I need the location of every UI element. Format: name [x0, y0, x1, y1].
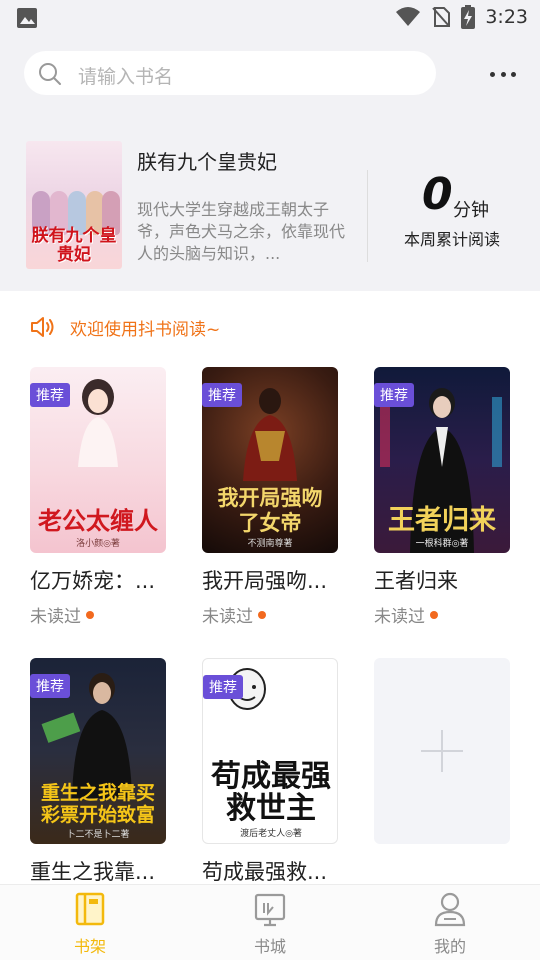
search-icon: [39, 63, 61, 85]
featured-cover-title: 朕有九个皇贵妃: [31, 226, 117, 265]
bookstore-icon: [254, 893, 286, 927]
status-bar: 3:23: [0, 0, 540, 36]
read-status-label: 未读过: [30, 607, 81, 627]
book-title: 亿万娇宠：...: [30, 569, 156, 593]
book-cover[interactable]: 推荐 王者归来 一根科群◎著: [374, 367, 510, 553]
profile-icon: [434, 892, 466, 927]
cover-figure: [243, 388, 297, 481]
more-button[interactable]: [490, 64, 516, 84]
tab-label: 我的: [433, 937, 466, 956]
plus-icon: [421, 730, 463, 772]
wifi-icon: [396, 7, 421, 26]
more-dots-icon: [490, 71, 495, 77]
cover-author: 洛小颜◎著: [76, 539, 120, 549]
recommend-badge: 推荐: [30, 674, 70, 698]
read-status: 未读过: [30, 602, 94, 627]
cover-title: 重生之我靠买彩票开始致富: [40, 782, 155, 826]
tab-bookshelf[interactable]: 书架: [0, 885, 180, 960]
read-status-label: 未读过: [202, 607, 253, 627]
featured-book-cover[interactable]: 朕有九个皇贵妃: [26, 141, 122, 269]
cover-figure: [78, 379, 118, 467]
reading-minutes-caption: 本周累计阅读: [404, 230, 501, 249]
book-title: 苟成最强救...: [202, 860, 328, 884]
featured-book-description: 现代大学生穿越成王朝太子爷，声色犬马之余，依靠现代人的头脑与知识，...: [137, 200, 346, 263]
search-input[interactable]: 请输入书名: [24, 51, 436, 95]
gallery-icon: [17, 8, 37, 28]
no-sim-icon: [432, 7, 451, 27]
tab-bookstore[interactable]: 书城: [180, 885, 360, 960]
book-title: 重生之我靠...: [30, 860, 156, 884]
search-placeholder: 请输入书名: [78, 66, 174, 88]
speaker-icon: [31, 317, 54, 337]
featured-book-title[interactable]: 朕有九个皇贵妃: [137, 146, 277, 175]
cover-author: 渡后老丈人◎著: [240, 829, 302, 839]
book-cover[interactable]: 推荐 重生之我靠买彩票开始致富 卜二不是卜二著: [30, 658, 166, 844]
book-cover[interactable]: 推荐 我开局强吻了女帝 不测南尊著: [202, 367, 338, 553]
cover-author: 一根科群◎著: [415, 539, 469, 549]
recommend-badge: 推荐: [30, 383, 70, 407]
header-area: 请输入书名 朕有九个皇贵妃 朕有九个皇贵妃 现代大学生穿越成王朝太子爷，声色犬马…: [0, 36, 540, 291]
tab-profile[interactable]: 我的: [360, 885, 540, 960]
tab-label: 书架: [73, 937, 106, 956]
read-status: 未读过: [202, 602, 266, 627]
cover-title: 王者归来: [388, 505, 496, 536]
read-status-label: 未读过: [374, 607, 425, 627]
bottom-nav: 书架 书城 我的: [0, 884, 540, 960]
reading-minutes-unit: 分钟: [453, 200, 489, 221]
book-title: 王者归来: [374, 569, 458, 593]
recommend-badge: 推荐: [374, 383, 414, 407]
unread-dot: [258, 610, 266, 619]
status-time: 3:23: [485, 6, 528, 28]
book-cover[interactable]: 推荐 老公太缠人 洛小颜◎著: [30, 367, 166, 553]
add-book-button[interactable]: [374, 658, 510, 844]
battery-charging-icon: [461, 5, 476, 29]
divider: [367, 170, 368, 262]
cover-title: 苟成最强救世主: [211, 759, 331, 826]
welcome-banner: 欢迎使用抖书阅读~: [30, 314, 220, 340]
book-cover[interactable]: 推荐 苟成最强救世主 渡后老丈人◎著: [202, 658, 338, 844]
bookshelf-icon: [75, 892, 105, 926]
tab-label: 书城: [253, 937, 286, 956]
cover-author: 卜二不是卜二著: [66, 830, 130, 840]
unread-dot: [86, 610, 94, 619]
recommend-badge: 推荐: [202, 383, 242, 407]
reading-minutes-value: 0: [422, 169, 453, 220]
book-title: 我开局强吻...: [202, 569, 328, 593]
cover-title: 老公太缠人: [38, 506, 158, 535]
welcome-text: 欢迎使用抖书阅读~: [70, 319, 221, 340]
read-status: 未读过: [374, 602, 438, 627]
cover-title: 我开局强吻了女帝: [217, 485, 323, 535]
unread-dot: [430, 610, 438, 619]
recommend-badge: 推荐: [203, 675, 243, 699]
cover-author: 不测南尊著: [247, 539, 293, 549]
